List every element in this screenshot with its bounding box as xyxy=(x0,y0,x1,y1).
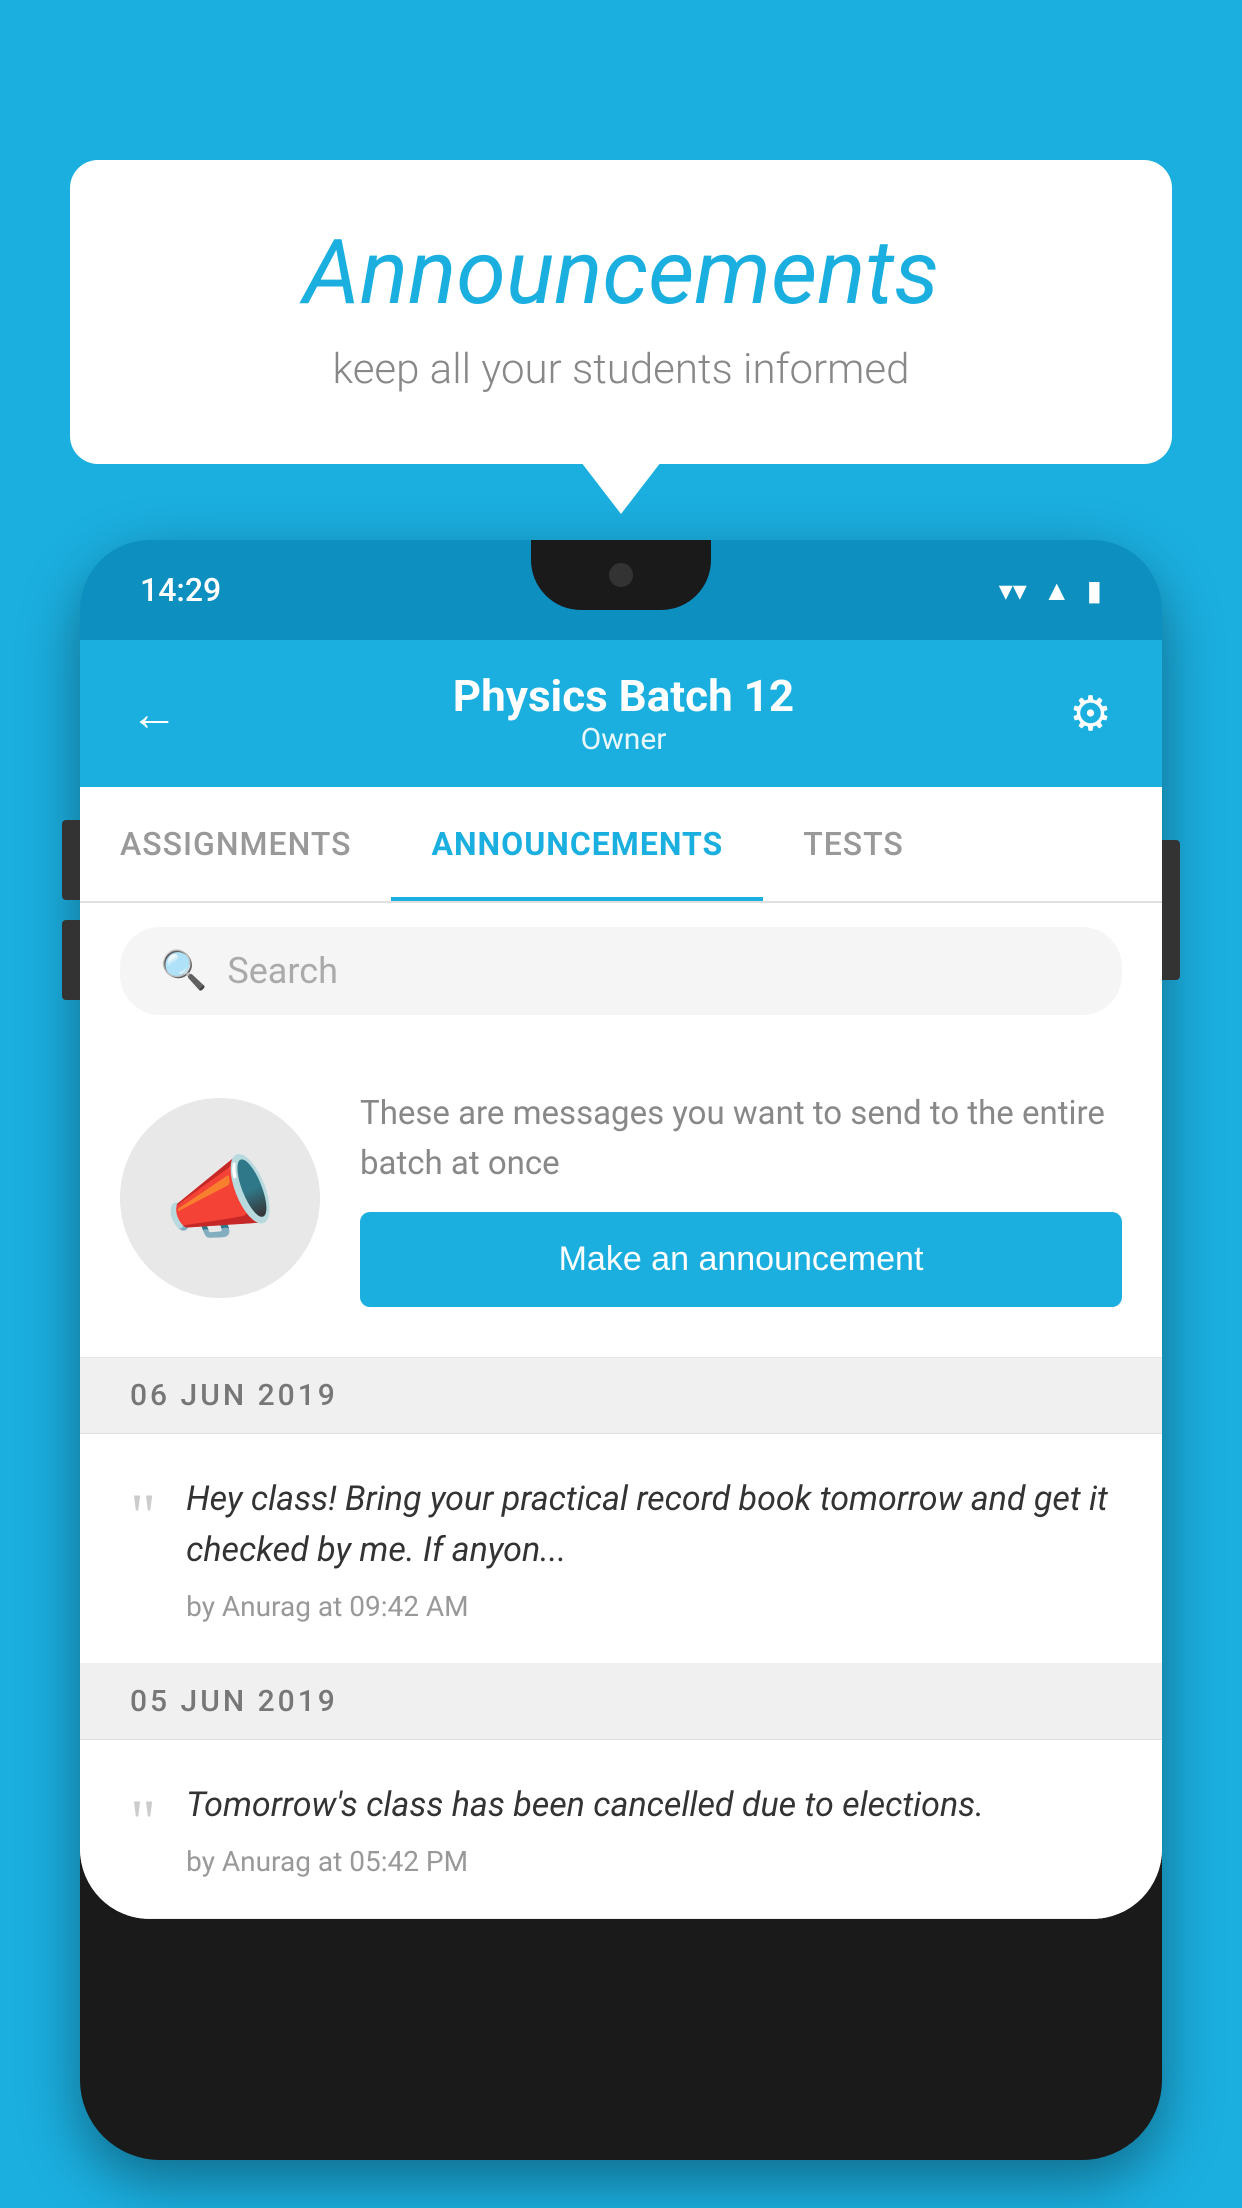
phone-mockup: 14:29 ▾▾ ▲ ▮ ← Physics Batch 12 Owner ⚙ … xyxy=(80,540,1162,2208)
settings-icon[interactable]: ⚙ xyxy=(1069,685,1112,742)
quote-icon-1: " xyxy=(130,1484,156,1548)
bubble-subtitle: keep all your students informed xyxy=(150,345,1092,394)
announcement-prompt: 📣 These are messages you want to send to… xyxy=(80,1039,1162,1358)
phone-notch xyxy=(531,540,711,610)
phone-body: 14:29 ▾▾ ▲ ▮ ← Physics Batch 12 Owner ⚙ … xyxy=(80,540,1162,2160)
search-container: 🔍 Search xyxy=(80,903,1162,1039)
battery-icon: ▮ xyxy=(1087,574,1102,607)
wifi-icon: ▾▾ xyxy=(999,574,1027,607)
announcement-item-1[interactable]: " Hey class! Bring your practical record… xyxy=(80,1434,1162,1664)
search-placeholder: Search xyxy=(227,950,338,992)
status-bar: 14:29 ▾▾ ▲ ▮ xyxy=(80,540,1162,640)
status-time: 14:29 xyxy=(140,571,221,609)
tab-assignments[interactable]: ASSIGNMENTS xyxy=(80,787,391,901)
date-separator-2: 05 JUN 2019 xyxy=(80,1664,1162,1740)
bubble-title: Announcements xyxy=(150,220,1092,325)
volume-up-button[interactable] xyxy=(62,820,80,900)
make-announcement-button[interactable]: Make an announcement xyxy=(360,1212,1122,1307)
announcement-meta-1: by Anurag at 09:42 AM xyxy=(186,1590,1112,1623)
header-center: Physics Batch 12 Owner xyxy=(453,670,794,757)
prompt-right: These are messages you want to send to t… xyxy=(360,1089,1122,1307)
megaphone-icon: 📣 xyxy=(164,1146,276,1251)
speech-bubble: Announcements keep all your students inf… xyxy=(70,160,1172,464)
speech-bubble-section: Announcements keep all your students inf… xyxy=(70,160,1172,464)
front-camera xyxy=(609,563,633,587)
power-button[interactable] xyxy=(1162,840,1180,980)
date-separator-1: 06 JUN 2019 xyxy=(80,1358,1162,1434)
prompt-description: These are messages you want to send to t… xyxy=(360,1089,1122,1188)
announcement-meta-2: by Anurag at 05:42 PM xyxy=(186,1845,1112,1878)
tabs-bar: ASSIGNMENTS ANNOUNCEMENTS TESTS xyxy=(80,787,1162,903)
volume-down-button[interactable] xyxy=(62,920,80,1000)
tab-announcements[interactable]: ANNOUNCEMENTS xyxy=(391,787,763,901)
announcement-text-block-1: Hey class! Bring your practical record b… xyxy=(186,1474,1112,1623)
search-icon: 🔍 xyxy=(160,949,207,993)
announcement-message-1: Hey class! Bring your practical record b… xyxy=(186,1474,1112,1576)
signal-icon: ▲ xyxy=(1043,574,1071,607)
app-header: ← Physics Batch 12 Owner ⚙ xyxy=(80,640,1162,787)
status-icons: ▾▾ ▲ ▮ xyxy=(999,574,1102,607)
batch-role: Owner xyxy=(453,722,794,757)
announcement-item-2[interactable]: " Tomorrow's class has been cancelled du… xyxy=(80,1740,1162,1919)
megaphone-circle: 📣 xyxy=(120,1098,320,1298)
side-buttons-left xyxy=(62,820,80,1000)
search-bar[interactable]: 🔍 Search xyxy=(120,927,1122,1015)
quote-icon-2: " xyxy=(130,1790,156,1854)
back-button[interactable]: ← xyxy=(130,685,178,742)
phone-screen: 🔍 Search 📣 These are messages you want t… xyxy=(80,903,1162,1919)
announcement-message-2: Tomorrow's class has been cancelled due … xyxy=(186,1780,1112,1831)
tab-tests[interactable]: TESTS xyxy=(763,787,944,901)
batch-title: Physics Batch 12 xyxy=(453,670,794,722)
announcement-text-block-2: Tomorrow's class has been cancelled due … xyxy=(186,1780,1112,1878)
